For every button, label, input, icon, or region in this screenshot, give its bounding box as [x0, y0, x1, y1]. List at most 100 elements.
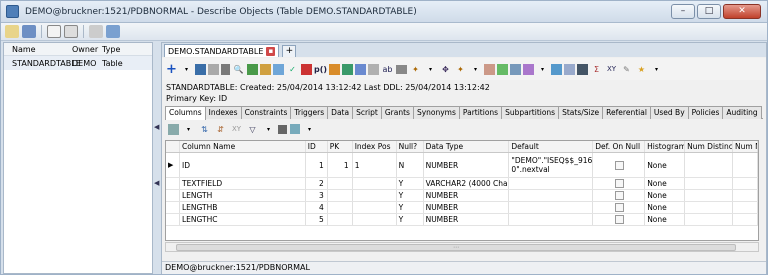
header-num-nulls[interactable]: Num N [733, 141, 758, 152]
tools-icon[interactable]: ✥ [439, 63, 452, 76]
cell-histogram[interactable]: None [645, 153, 686, 177]
maximize-button[interactable]: □ [697, 4, 721, 19]
cell-num-nulls[interactable] [733, 178, 758, 189]
cell-def-on-null[interactable] [593, 190, 646, 201]
header-owner[interactable]: Owner [72, 45, 102, 54]
cell-null[interactable]: Y [397, 178, 424, 189]
table-icon[interactable] [195, 63, 206, 75]
dropdown-icon[interactable]: ▾ [650, 63, 663, 76]
chart-icon[interactable] [497, 63, 508, 75]
cell-id[interactable]: 2 [306, 178, 328, 189]
subtab-columns[interactable]: Columns [165, 106, 206, 120]
cell-default[interactable]: "DEMO"."ISEQ$$_9160 0".nextval [509, 153, 594, 177]
cell-pk[interactable] [328, 190, 353, 201]
cell-histogram[interactable]: None [645, 202, 686, 213]
cell-def-on-null[interactable] [593, 178, 646, 189]
close-button[interactable]: ✕ [723, 4, 761, 19]
cell-num-distinct[interactable] [685, 178, 734, 189]
add-icon[interactable]: + [165, 62, 178, 77]
subtab-stats-size[interactable]: Stats/Size [558, 106, 604, 119]
table-row[interactable]: LENGTHB 4 Y NUMBER None [166, 202, 758, 214]
procedure-icon[interactable]: p() [314, 63, 327, 76]
analyze-icon[interactable]: ✓ [286, 63, 299, 76]
trigger-icon[interactable] [329, 63, 340, 75]
subtab-constraints[interactable]: Constraints [240, 106, 292, 119]
print-icon[interactable] [89, 25, 103, 38]
cell-default[interactable] [509, 190, 594, 201]
cell-index-pos[interactable] [353, 214, 397, 225]
def-on-null-checkbox[interactable] [615, 215, 625, 224]
cell-histogram[interactable]: None [645, 178, 686, 189]
cell-def-on-null[interactable] [593, 214, 646, 225]
cell-num-distinct[interactable] [685, 190, 734, 201]
def-on-null-checkbox[interactable] [615, 160, 625, 170]
cell-num-nulls[interactable] [733, 202, 758, 213]
header-def-on-null[interactable]: Def. On Null [593, 141, 646, 152]
tab-standardtable[interactable]: DEMO.STANDARDTABLE ▪ [164, 44, 280, 57]
filter-icon[interactable]: ▽ [246, 123, 259, 136]
cell-index-pos[interactable] [353, 202, 397, 213]
cell-column-name[interactable]: ID [180, 153, 306, 177]
table-row[interactable]: ▶ ID 1 1 1 N NUMBER "DEMO"."ISEQ$$_9160 … [166, 153, 758, 178]
cell-num-nulls[interactable] [733, 214, 758, 225]
cell-index-pos[interactable] [353, 178, 397, 189]
add-tab-button[interactable]: + [282, 45, 297, 57]
summary-icon[interactable]: Σ [590, 63, 603, 76]
horizontal-scrollbar[interactable]: ⋯ [165, 242, 759, 252]
close-tab-icon[interactable]: ▪ [266, 46, 276, 56]
subtab-script[interactable]: Script [352, 106, 382, 119]
cell-def-on-null[interactable] [593, 153, 646, 177]
xy-icon[interactable]: XY [605, 63, 618, 76]
cell-null[interactable]: Y [397, 190, 424, 201]
view-icon[interactable] [355, 63, 366, 75]
paste-icon[interactable] [64, 25, 78, 38]
data-icon[interactable] [368, 63, 379, 75]
favorite-icon[interactable]: ★ [635, 63, 648, 76]
cell-data-type[interactable]: NUMBER [424, 202, 510, 213]
header-null[interactable]: Null? [397, 141, 424, 152]
cell-pk[interactable] [328, 202, 353, 213]
collapse-left-icon[interactable]: ◀ [154, 179, 160, 187]
cell-id[interactable]: 5 [306, 214, 328, 225]
report-icon[interactable] [510, 63, 521, 75]
cell-histogram[interactable]: None [645, 214, 686, 225]
cell-column-name[interactable]: LENGTHC [180, 214, 306, 225]
compare-icon[interactable] [551, 63, 562, 75]
sql-icon[interactable] [342, 63, 353, 75]
object-list-row[interactable]: STANDARDTABLE DEMO Table [4, 56, 152, 70]
dropdown-icon[interactable]: ▾ [469, 63, 482, 76]
sort-asc-icon[interactable]: ⇅ [198, 123, 211, 136]
cell-column-name[interactable]: TEXTFIELD [180, 178, 306, 189]
header-index-pos[interactable]: Index Pos [353, 141, 397, 152]
def-on-null-checkbox[interactable] [615, 191, 625, 200]
sort-desc-icon[interactable]: ⇵ [214, 123, 227, 136]
cell-default[interactable] [509, 202, 594, 213]
header-pk[interactable]: PK [328, 141, 353, 152]
keyboard-icon[interactable] [396, 64, 407, 74]
cell-data-type[interactable]: NUMBER [424, 153, 510, 177]
dropdown-icon[interactable]: ▾ [424, 63, 437, 76]
panel-splitter[interactable] [154, 42, 160, 274]
stats-icon[interactable] [577, 63, 588, 75]
table-row[interactable]: TEXTFIELD 2 Y VARCHAR2 (4000 Char) None [166, 178, 758, 190]
rename-icon[interactable]: ab [381, 63, 394, 76]
subtab-triggers[interactable]: Triggers [290, 106, 329, 119]
search-icon[interactable]: 🔍 [232, 63, 245, 76]
cell-def-on-null[interactable] [593, 202, 646, 213]
cell-num-distinct[interactable] [685, 214, 734, 225]
cell-pk[interactable] [328, 178, 353, 189]
cell-id[interactable]: 3 [306, 190, 328, 201]
subtab-subpartitions[interactable]: Subpartitions [501, 106, 560, 119]
print-icon[interactable] [278, 124, 287, 134]
cell-data-type[interactable]: VARCHAR2 (4000 Char) [424, 178, 510, 189]
database-icon[interactable] [523, 63, 534, 75]
collapse-left-icon[interactable]: ◀ [154, 123, 160, 131]
subtab-referential[interactable]: Referential [602, 106, 651, 119]
grid-options-icon[interactable] [168, 123, 179, 135]
open-folder-icon[interactable] [5, 25, 19, 38]
header-num-distinct[interactable]: Num Distinct [685, 141, 734, 152]
export-icon[interactable] [290, 124, 300, 134]
wrench-icon[interactable]: ✎ [620, 63, 633, 76]
cell-id[interactable]: 1 [306, 153, 328, 177]
cell-num-nulls[interactable] [733, 190, 758, 201]
